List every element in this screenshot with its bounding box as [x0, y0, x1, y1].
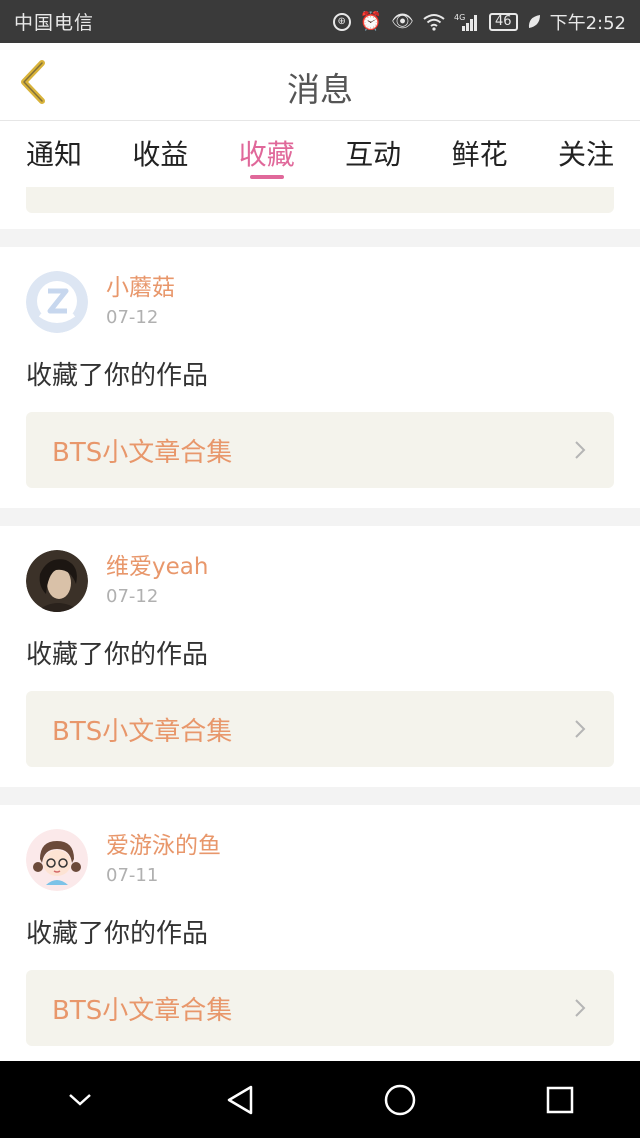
tab-label: 互动 [345, 138, 402, 171]
chevron-right-icon [575, 720, 586, 738]
avatar[interactable] [26, 271, 88, 333]
hd-icon: ⊕ [332, 12, 351, 31]
carrier-name: 中国电信 [14, 12, 95, 34]
eye-icon: 👁 [391, 11, 415, 32]
username[interactable]: 爱游泳的鱼 [106, 831, 221, 861]
action-text: 收藏了你的作品 [26, 640, 209, 670]
message-list[interactable]: 小蘑菇 07-12 收藏了你的作品 BTS小文章合集 维爱yeah 07-12 [0, 187, 640, 1061]
wifi-icon [423, 13, 445, 31]
list-item-partial [0, 187, 640, 229]
clock: 下午2:52 [549, 12, 626, 34]
action-text: 收藏了你的作品 [26, 919, 209, 949]
chevron-right-icon [575, 441, 586, 459]
alarm-icon: ⏰ [359, 11, 383, 32]
tab-label: 关注 [557, 138, 614, 171]
chevron-right-icon [575, 999, 586, 1017]
timestamp: 07-12 [106, 307, 159, 328]
avatar[interactable] [26, 829, 88, 891]
back-triangle-icon [227, 1085, 253, 1114]
user-row: 维爱yeah 07-12 [26, 550, 614, 612]
tab-flowers[interactable]: 鲜花 [452, 121, 508, 187]
avatar[interactable] [26, 550, 88, 612]
timestamp: 07-12 [106, 586, 159, 607]
recents-nav-button[interactable] [540, 1080, 580, 1120]
recents-square-icon [546, 1086, 574, 1113]
list-item: 爱游泳的鱼 07-11 收藏了你的作品 BTS小文章合集 [0, 805, 640, 1061]
tab-interactions[interactable]: 互动 [345, 121, 401, 187]
username[interactable]: 小蘑菇 [106, 273, 175, 303]
work-title: BTS小文章合集 [52, 716, 233, 747]
work-link[interactable]: BTS小文章合集 [26, 970, 614, 1046]
user-row: 小蘑菇 07-12 [26, 271, 614, 333]
tab-follows[interactable]: 关注 [558, 121, 614, 187]
page-title: 消息 [287, 70, 353, 109]
list-item: 维爱yeah 07-12 收藏了你的作品 BTS小文章合集 [0, 526, 640, 787]
chevron-down-icon [69, 1093, 91, 1106]
battery-icon: 46 [489, 12, 518, 31]
work-title: BTS小文章合集 [52, 995, 233, 1026]
tab-label: 收藏 [238, 138, 295, 171]
work-title: BTS小文章合集 [52, 437, 233, 468]
tab-favorites[interactable]: 收藏 [239, 121, 295, 187]
hide-nav-button[interactable] [60, 1080, 100, 1120]
system-nav-bar [0, 1061, 640, 1138]
tab-earnings[interactable]: 收益 [132, 121, 188, 187]
network-type-label: 4G [454, 13, 465, 22]
header: 消息 [0, 43, 640, 121]
status-icons: ⊕ ⏰ 👁 4G 46 下午2:52 [332, 9, 626, 35]
list-item: 小蘑菇 07-12 收藏了你的作品 BTS小文章合集 [0, 247, 640, 508]
tab-label: 收益 [132, 138, 189, 171]
active-tab-indicator [249, 175, 284, 179]
home-nav-button[interactable] [380, 1080, 420, 1120]
work-link[interactable]: BTS小文章合集 [26, 412, 614, 488]
leaf-icon [527, 14, 541, 30]
home-circle-icon [384, 1084, 416, 1115]
timestamp: 07-11 [106, 865, 159, 886]
default-avatar-icon [26, 271, 88, 333]
cartoon-girl-avatar-icon [26, 829, 88, 891]
user-photo-icon [26, 550, 88, 612]
tab-label: 鲜花 [451, 138, 508, 171]
signal-icon: 4G [454, 12, 480, 32]
back-nav-button[interactable] [220, 1080, 260, 1120]
work-link[interactable]: BTS小文章合集 [26, 691, 614, 767]
tab-bar: 通知 收益 收藏 互动 鲜花 关注 [0, 121, 640, 187]
username[interactable]: 维爱yeah [106, 552, 208, 582]
user-row: 爱游泳的鱼 07-11 [26, 829, 614, 891]
action-text: 收藏了你的作品 [26, 361, 209, 391]
tab-notifications[interactable]: 通知 [26, 121, 82, 187]
tab-label: 通知 [26, 138, 83, 171]
status-bar: 中国电信 ⊕ ⏰ 👁 4G 46 下午2:52 [0, 0, 640, 43]
work-card-partial[interactable] [26, 187, 614, 213]
